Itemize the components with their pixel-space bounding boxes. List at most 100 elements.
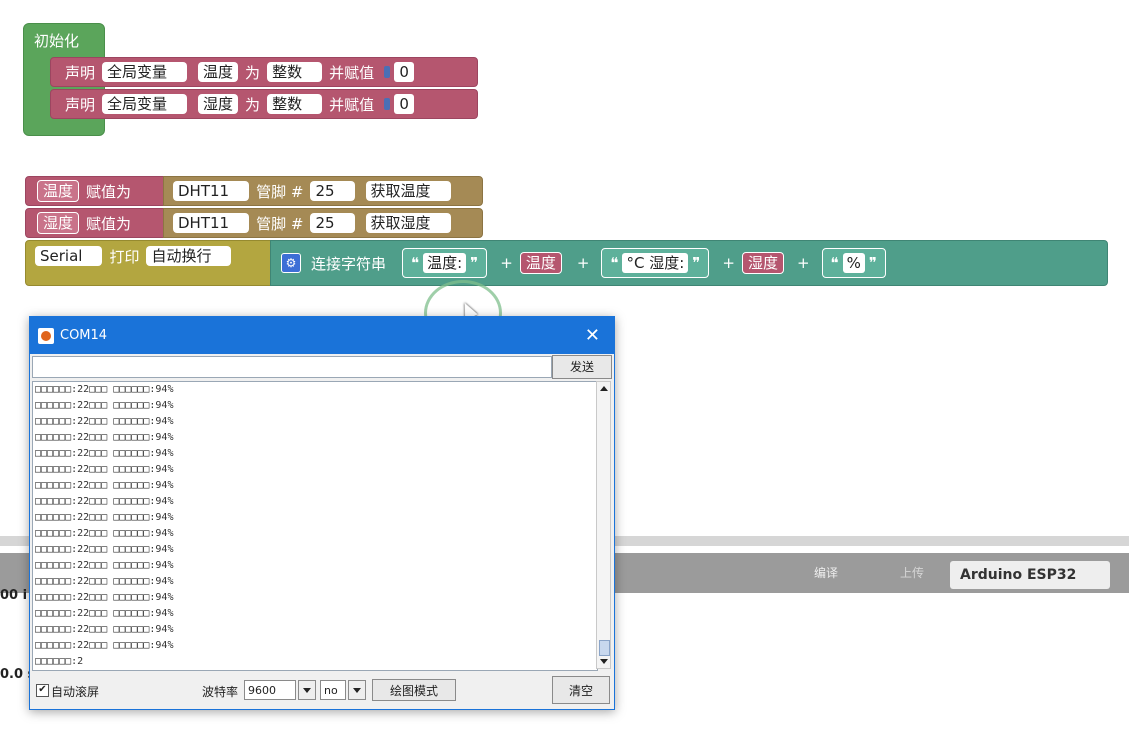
newline-mode-dropdown[interactable]: 自动换行 (146, 246, 232, 266)
dropdown-arrow-icon (433, 217, 446, 229)
assign-to-label: 赋值为 (86, 182, 132, 201)
pin-label: 管脚 # (256, 214, 304, 233)
value-field[interactable]: 0 (394, 94, 415, 114)
pin-dropdown[interactable]: 25 (310, 213, 355, 233)
declare-label: 声明 (65, 63, 96, 82)
log-line: □□□□□□:22□□□ □□□□□□:94% (35, 432, 174, 443)
log-line: □□□□□□:22□□□ □□□□□□:94% (35, 400, 174, 411)
plus-label: + (576, 254, 590, 272)
line-ending-select[interactable]: no (320, 680, 346, 700)
log-line: □□□□□□:22□□□ □□□□□□:94% (35, 544, 174, 555)
declare-block-humidity[interactable]: 声明 全局变量 湿度 为 整数 并赋值 0 (50, 89, 478, 119)
dropdown-arrow-icon (85, 250, 98, 262)
assign-label: 并赋值 (329, 63, 375, 82)
string-literal-3[interactable]: ❝ % ❞ (821, 248, 886, 278)
dropdown-arrow-icon (214, 250, 227, 262)
action-dropdown[interactable]: 获取温度 (365, 181, 451, 201)
autoscroll-checkbox[interactable]: ✔ (36, 684, 49, 697)
java-cup-icon (38, 327, 54, 344)
log-line: □□□□□□:22□□□ □□□□□□:94% (35, 416, 174, 427)
send-input[interactable] (32, 356, 552, 378)
plus-label: + (796, 254, 810, 272)
monitor-controls: ✔ 自动滚屏 波特率 9600 no 绘图模式 清空 (30, 672, 614, 708)
value-field[interactable]: 0 (394, 62, 415, 82)
log-line: □□□□□□:22□□□ □□□□□□:94% (35, 528, 174, 539)
assign-block-temp[interactable]: 温度 赋值为 (25, 176, 168, 206)
log-line: □□□□□□:22□□□ □□□□□□:94% (35, 624, 174, 635)
clear-button[interactable]: 清空 (552, 676, 610, 704)
var-name-field[interactable]: 湿度 (198, 94, 239, 114)
var-name-field[interactable]: 温度 (198, 62, 239, 82)
log-line: □□□□□□:22□□□ □□□□□□:94% (35, 592, 174, 603)
input-socket-icon (384, 98, 391, 110)
action-dropdown[interactable]: 获取湿度 (365, 213, 451, 233)
window-titlebar[interactable]: COM14 ✕ (30, 317, 614, 354)
window-title: COM14 (60, 328, 108, 343)
string-literal-1[interactable]: ❝ 温度: ❞ (402, 248, 488, 278)
concat-label: 连接字符串 (311, 254, 387, 273)
log-line: □□□□□□:22□□□ □□□□□□:94% (35, 576, 174, 587)
as-label: 为 (245, 95, 261, 114)
sensor-dropdown[interactable]: DHT11 (173, 213, 250, 233)
side-text-1: 00 i (0, 588, 28, 603)
line-ending-dropdown-arrow-icon[interactable] (348, 680, 366, 700)
plus-label: + (722, 254, 735, 272)
dropdown-arrow-icon (305, 98, 318, 110)
scroll-thumb[interactable] (599, 640, 610, 656)
dropdown-arrow-icon (337, 185, 350, 197)
close-icon[interactable]: ✕ (585, 325, 600, 346)
gear-icon[interactable]: ⚙ (281, 253, 301, 273)
plus-label: + (500, 254, 513, 272)
plot-mode-button[interactable]: 绘图模式 (372, 679, 456, 701)
baud-select[interactable]: 9600 (244, 680, 296, 700)
dht-block-temp[interactable]: DHT11 管脚 # 25 获取温度 (163, 176, 483, 206)
scope-dropdown[interactable]: 全局变量 (102, 94, 188, 114)
log-line: □□□□□□:22□□□ □□□□□□:94% (35, 480, 174, 491)
baud-dropdown-arrow-icon[interactable] (298, 680, 316, 700)
serial-print-block[interactable]: Serial 打印 自动换行 (25, 240, 275, 286)
log-line: □□□□□□:2 (35, 656, 84, 667)
upload-button[interactable]: 上传 (884, 553, 940, 593)
scope-dropdown[interactable]: 全局变量 (102, 62, 188, 82)
type-dropdown[interactable]: 整数 (267, 94, 323, 114)
log-line: □□□□□□:22□□□ □□□□□□:94% (35, 384, 174, 395)
serial-monitor-window[interactable]: COM14 ✕ 发送 □□□□□□:22□□□ □□□□□□:94% □□□□□□… (29, 316, 615, 710)
var-chip[interactable]: 湿度 (37, 212, 80, 234)
var-chip[interactable]: 温度 (37, 180, 80, 202)
baud-label: 波特率 (202, 685, 239, 699)
assign-label: 并赋值 (329, 95, 375, 114)
sensor-dropdown[interactable]: DHT11 (173, 181, 250, 201)
log-line: □□□□□□:22□□□ □□□□□□:94% (35, 448, 174, 459)
compile-button[interactable]: 编译 (800, 553, 852, 593)
scroll-up-icon[interactable] (598, 383, 609, 395)
print-label: 打印 (109, 248, 140, 266)
as-label: 为 (245, 63, 261, 82)
serial-port-dropdown[interactable]: Serial (35, 246, 103, 266)
dropdown-arrow-icon (433, 185, 446, 197)
dropdown-arrow-icon (170, 98, 183, 110)
log-line: □□□□□□:22□□□ □□□□□□:94% (35, 512, 174, 523)
serial-output[interactable]: □□□□□□:22□□□ □□□□□□:94% □□□□□□:22□□□ □□□□… (32, 381, 598, 671)
dht-block-humidity[interactable]: DHT11 管脚 # 25 获取湿度 (163, 208, 483, 238)
send-row: 发送 (30, 354, 614, 380)
type-dropdown[interactable]: 整数 (267, 62, 323, 82)
string-literal-2[interactable]: ❝ °C 湿度: ❞ (601, 248, 710, 278)
vertical-scrollbar[interactable] (596, 381, 611, 669)
assign-block-humidity[interactable]: 湿度 赋值为 (25, 208, 168, 238)
pin-label: 管脚 # (256, 182, 304, 201)
board-selector[interactable]: Arduino ESP32 (950, 561, 1110, 589)
declare-block-temp[interactable]: 声明 全局变量 温度 为 整数 并赋值 0 (50, 57, 478, 87)
log-line: □□□□□□:22□□□ □□□□□□:94% (35, 640, 174, 651)
input-socket-icon (384, 66, 391, 78)
log-line: □□□□□□:22□□□ □□□□□□:94% (35, 464, 174, 475)
scroll-down-icon[interactable] (598, 655, 609, 667)
var-chip-humidity[interactable]: 湿度 (741, 252, 784, 274)
setup-block-label: 初始化 (34, 32, 80, 50)
send-button[interactable]: 发送 (552, 355, 612, 379)
dropdown-arrow-icon (232, 185, 245, 197)
log-line: □□□□□□:22□□□ □□□□□□:94% (35, 496, 174, 507)
pin-dropdown[interactable]: 25 (310, 181, 355, 201)
var-chip-temp[interactable]: 温度 (519, 252, 562, 274)
dropdown-arrow-icon (337, 217, 350, 229)
concat-block[interactable]: ⚙ 连接字符串 ❝ 温度: ❞ + 温度 + ❝ °C 湿度: ❞ + 湿度 +… (270, 240, 1108, 286)
